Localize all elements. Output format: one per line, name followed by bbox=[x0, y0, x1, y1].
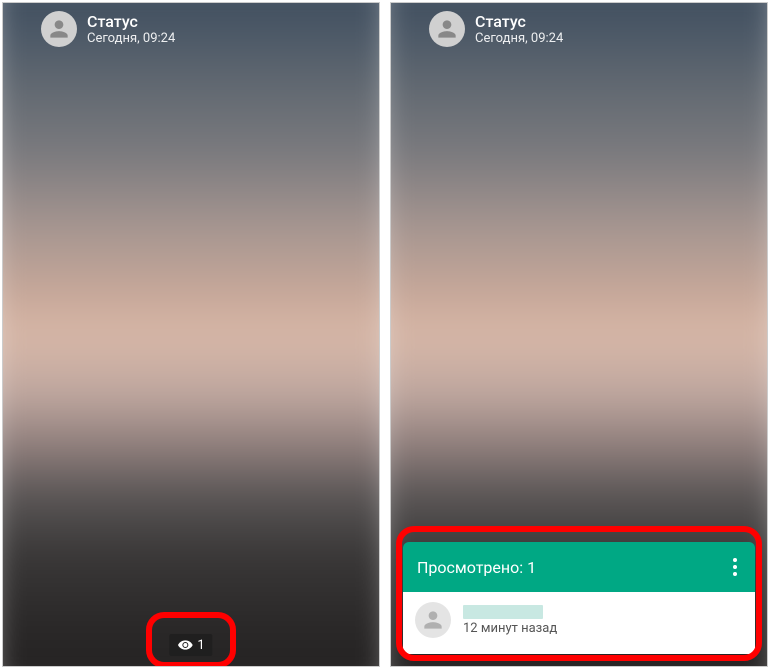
person-icon bbox=[434, 16, 460, 42]
viewer-name-redacted bbox=[463, 605, 543, 619]
viewers-sheet-header: Просмотрено: 1 bbox=[403, 542, 755, 592]
viewers-list: 12 минут назад bbox=[403, 592, 755, 654]
viewer-avatar bbox=[415, 602, 451, 638]
status-view-screen-right: Статус Сегодня, 09:24 Просмотрено: 1 12 … bbox=[390, 2, 768, 667]
status-background bbox=[2, 2, 380, 667]
status-header: Статус Сегодня, 09:24 bbox=[429, 11, 563, 47]
status-header: Статус Сегодня, 09:24 bbox=[41, 11, 175, 47]
more-options-button[interactable] bbox=[729, 554, 741, 580]
status-title: Статус bbox=[475, 12, 563, 31]
views-count: 1 bbox=[197, 638, 204, 653]
eye-icon bbox=[177, 637, 193, 653]
status-time: Сегодня, 09:24 bbox=[87, 31, 175, 47]
avatar bbox=[429, 11, 465, 47]
status-view-screen-left: Статус Сегодня, 09:24 1 bbox=[2, 2, 380, 667]
status-time: Сегодня, 09:24 bbox=[475, 31, 563, 47]
viewers-bottom-sheet: Просмотрено: 1 12 минут назад bbox=[403, 542, 755, 654]
viewer-time: 12 минут назад bbox=[463, 621, 557, 636]
status-title: Статус bbox=[87, 12, 175, 31]
person-icon bbox=[420, 607, 446, 633]
avatar bbox=[41, 11, 77, 47]
viewer-row[interactable]: 12 минут назад bbox=[415, 602, 743, 638]
views-count-button[interactable]: 1 bbox=[169, 634, 212, 656]
viewers-sheet-title: Просмотрено: 1 bbox=[417, 558, 536, 577]
person-icon bbox=[46, 16, 72, 42]
